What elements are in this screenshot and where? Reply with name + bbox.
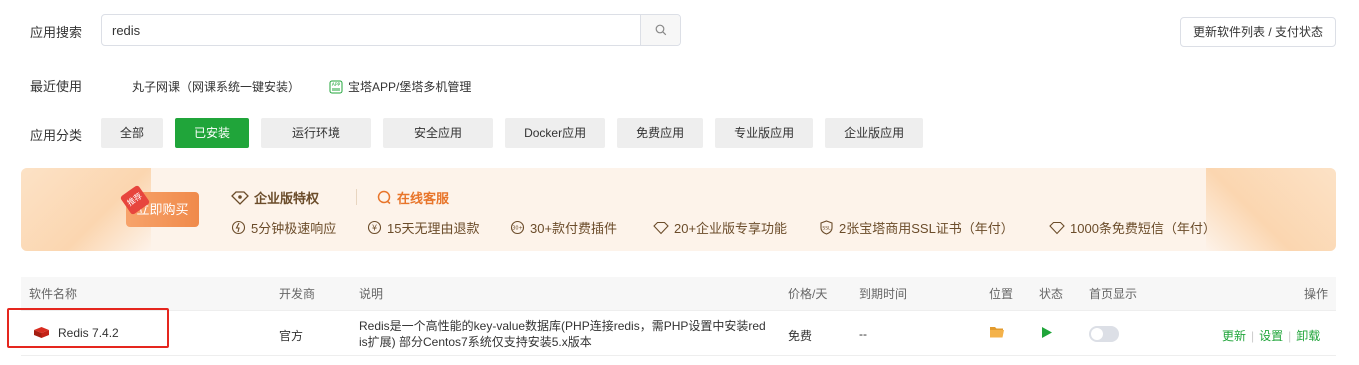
folder-icon bbox=[990, 327, 1004, 338]
feature-item: 20+企业版专享功能 bbox=[653, 218, 787, 237]
feature-item: ¥ 15天无理由退款 bbox=[367, 218, 479, 237]
svg-text:¥: ¥ bbox=[372, 224, 377, 233]
feature-text: 1000条免费短信（年付） bbox=[1070, 221, 1216, 236]
feature-text: 30+款付费插件 bbox=[530, 221, 618, 236]
category-runtime[interactable]: 运行环境 bbox=[261, 118, 372, 148]
description-line: Redis是一个高性能的key-value数据库(PHP连接redis，需PHP… bbox=[359, 319, 766, 333]
action-separator: | bbox=[1288, 329, 1292, 343]
action-separator: | bbox=[1251, 329, 1255, 343]
refund-icon: ¥ bbox=[367, 220, 382, 235]
play-icon bbox=[1042, 327, 1052, 338]
feature-item: 5分钟极速响应 bbox=[231, 218, 336, 237]
uninstall-link[interactable]: 卸载 bbox=[1296, 329, 1320, 343]
feature-item: SSL 2张宝塔商用SSL证书（年付） bbox=[819, 218, 1014, 237]
ssl-shield-icon: SSL bbox=[820, 220, 833, 235]
feature-item: 1000条免费短信（年付） bbox=[1049, 218, 1216, 237]
lightning-clock-icon bbox=[231, 220, 246, 235]
open-folder-button[interactable] bbox=[989, 325, 1005, 342]
search-label: 应用搜索 bbox=[30, 25, 83, 40]
recent-item-bt-app[interactable]: APP 宝塔APP/堡塔多机管理 bbox=[328, 78, 471, 95]
search-box bbox=[101, 14, 681, 46]
status-running-button[interactable] bbox=[1041, 326, 1053, 342]
header-name: 软件名称 bbox=[29, 287, 78, 301]
header-homepage: 首页显示 bbox=[1089, 287, 1138, 301]
feature-item: 30+ 30+款付费插件 bbox=[510, 218, 617, 237]
app-icon: APP bbox=[329, 80, 343, 93]
price-cell: 免费 bbox=[788, 329, 813, 343]
online-service-text: 在线客服 bbox=[397, 191, 450, 206]
header-status: 状态 bbox=[1039, 287, 1064, 301]
enterprise-promo-banner: 立即购买 推荐 企业版特权 在线客服 5分钟极速响应 ¥ 15天无理由退款 30… bbox=[21, 168, 1336, 251]
category-free[interactable]: 免费应用 bbox=[617, 118, 704, 148]
promo-divider bbox=[356, 189, 357, 205]
category-list: 全部 已安装 运行环境 安全应用 Docker应用 免费应用 专业版应用 企业版… bbox=[101, 118, 924, 148]
recent-item-label: 宝塔APP/堡塔多机管理 bbox=[348, 80, 472, 94]
feature-text: 15天无理由退款 bbox=[387, 221, 480, 236]
recent-item-label: 丸子网课（网课系统一键安装） bbox=[132, 80, 301, 94]
category-installed[interactable]: 已安装 bbox=[175, 118, 250, 148]
diamond-icon bbox=[231, 190, 249, 205]
feature-text: 2张宝塔商用SSL证书（年付） bbox=[839, 221, 1014, 236]
enterprise-privilege-title: 企业版特权 bbox=[231, 188, 319, 207]
description-cell: Redis是一个高性能的key-value数据库(PHP连接redis，需PHP… bbox=[359, 318, 779, 350]
actions-cell: 更新 | 设置 | 卸载 bbox=[1222, 327, 1320, 344]
software-table-header: 软件名称 开发商 说明 价格/天 到期时间 位置 状态 首页显示 操作 bbox=[21, 277, 1336, 311]
category-docker[interactable]: Docker应用 bbox=[505, 118, 606, 148]
developer-cell: 官方 bbox=[279, 329, 304, 343]
header-location: 位置 bbox=[989, 287, 1014, 301]
svg-text:APP: APP bbox=[332, 82, 341, 88]
highlight-box bbox=[7, 308, 169, 348]
category-all[interactable]: 全部 bbox=[101, 118, 164, 148]
feature-text: 5分钟极速响应 bbox=[251, 221, 337, 236]
diamond-outline-icon bbox=[1049, 221, 1065, 234]
description-line: is扩展) 部分Centos7系统仅支持安装5.x版本 bbox=[359, 335, 592, 349]
header-developer: 开发商 bbox=[279, 287, 316, 301]
homepage-display-toggle[interactable] bbox=[1089, 326, 1119, 342]
category-security[interactable]: 安全应用 bbox=[383, 118, 494, 148]
online-service-link[interactable]: 在线客服 bbox=[377, 188, 449, 207]
header-expiry: 到期时间 bbox=[859, 287, 908, 301]
table-row: Redis 7.4.2 官方 Redis是一个高性能的key-value数据库(… bbox=[21, 311, 1336, 356]
chat-icon bbox=[377, 190, 391, 205]
category-label: 应用分类 bbox=[30, 128, 83, 143]
update-link[interactable]: 更新 bbox=[1222, 329, 1246, 343]
diamond-outline-icon bbox=[653, 221, 669, 234]
settings-link[interactable]: 设置 bbox=[1259, 329, 1283, 343]
plugin-count-icon: 30+ bbox=[510, 220, 525, 235]
feature-text: 20+企业版专享功能 bbox=[674, 221, 788, 236]
recent-label: 最近使用 bbox=[30, 79, 83, 94]
toggle-knob bbox=[1091, 328, 1103, 340]
recent-item-wanzi[interactable]: 丸子网课（网课系统一键安装） bbox=[132, 78, 300, 95]
search-input[interactable] bbox=[102, 15, 640, 45]
promo-title-text: 企业版特权 bbox=[254, 191, 320, 206]
refresh-software-list-button[interactable]: 更新软件列表 / 支付状态 bbox=[1179, 17, 1336, 47]
promo-decoration-right bbox=[1206, 168, 1336, 251]
search-icon bbox=[655, 24, 666, 36]
search-button[interactable] bbox=[640, 15, 680, 45]
header-actions: 操作 bbox=[1304, 287, 1329, 301]
svg-text:30+: 30+ bbox=[512, 226, 523, 232]
category-enterprise[interactable]: 企业版应用 bbox=[825, 118, 924, 148]
svg-text:SSL: SSL bbox=[822, 226, 831, 232]
header-description: 说明 bbox=[359, 287, 384, 301]
header-price: 价格/天 bbox=[788, 287, 828, 301]
category-pro[interactable]: 专业版应用 bbox=[715, 118, 814, 148]
expiry-cell: -- bbox=[859, 327, 867, 341]
